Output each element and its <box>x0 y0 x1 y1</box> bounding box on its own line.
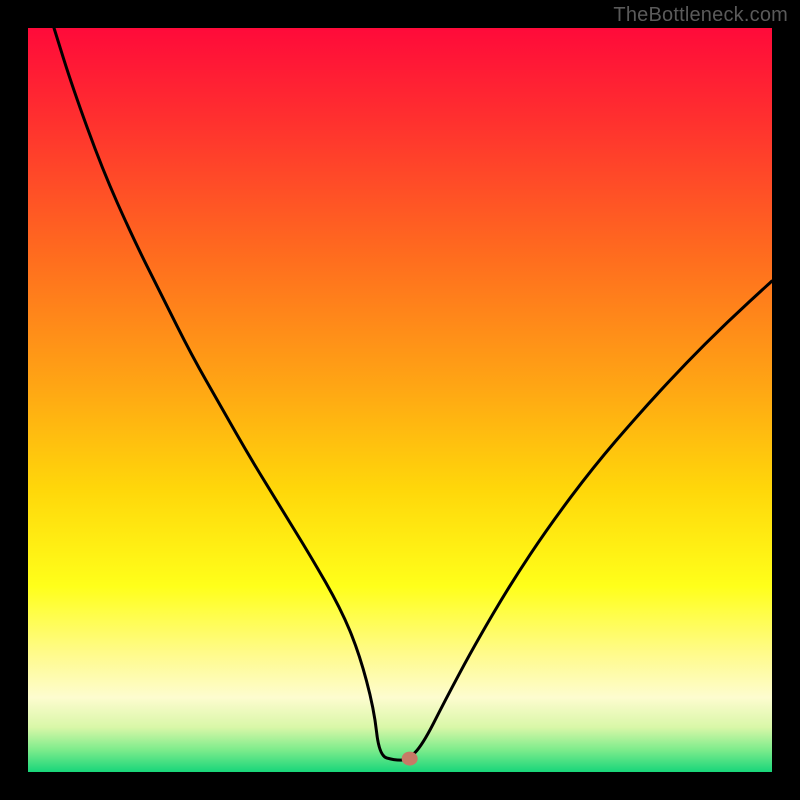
chart-stage: TheBottleneck.com <box>0 0 800 800</box>
bottleneck-chart <box>0 0 800 800</box>
plot-background <box>28 28 772 772</box>
watermark-text: TheBottleneck.com <box>613 4 788 27</box>
optimal-point-marker <box>402 752 418 766</box>
